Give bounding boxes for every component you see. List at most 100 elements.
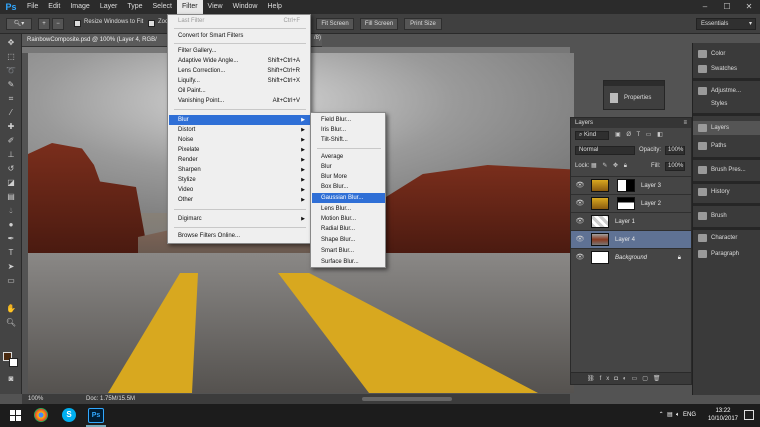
trash-icon[interactable]: 🗑︎ (653, 376, 666, 382)
brush-tool-icon[interactable]: ✐ (5, 136, 17, 146)
eye-icon[interactable]: 👁︎ (575, 231, 585, 249)
menu-edit[interactable]: Edit (43, 0, 65, 14)
menu-item-field-blur[interactable]: Field Blur... (312, 115, 385, 125)
dock-history[interactable]: History (693, 185, 760, 199)
close-icon[interactable]: ✕ (738, 0, 760, 14)
background-color-swatch[interactable] (9, 358, 18, 367)
zoom-out-button[interactable]: − (52, 18, 64, 30)
menu-select[interactable]: Select (148, 0, 177, 14)
menu-window[interactable]: Window (228, 0, 263, 14)
chevron-up-icon[interactable]: ⌃ (659, 412, 664, 418)
menu-image[interactable]: Image (65, 0, 94, 14)
menu-item-shape-blur[interactable]: Shape Blur... (312, 235, 385, 245)
layer-row[interactable]: 👁︎ Layer 2 (571, 194, 691, 212)
menu-item-blur[interactable]: Blur (312, 162, 385, 172)
eraser-tool-icon[interactable]: ◪ (5, 178, 17, 188)
move-tool-icon[interactable]: ✥ (5, 38, 17, 48)
type-tool-icon[interactable]: T (5, 248, 17, 258)
menu-filter[interactable]: Filter (176, 0, 203, 14)
dock-styles[interactable]: Styles (693, 99, 760, 109)
menu-item-filter-gallery[interactable]: Filter Gallery... (169, 46, 310, 56)
eyedropper-tool-icon[interactable]: ⁄ (5, 108, 17, 118)
layer-filter-select[interactable]: ⌕ Kind (575, 131, 609, 140)
fit-screen-button[interactable]: Fit Screen (316, 18, 354, 30)
menu-type[interactable]: Type (122, 0, 147, 14)
dock-adjustments[interactable]: Adjustme... (693, 84, 760, 98)
blur-tool-icon[interactable]: 💧︎ (5, 206, 17, 216)
dock-character[interactable]: Character (693, 231, 760, 245)
menu-item-gaussian-blur[interactable]: Gaussian Blur... (312, 193, 385, 203)
shape-tool-icon[interactable]: ▭ (5, 276, 17, 286)
gradient-tool-icon[interactable]: ▤ (5, 192, 17, 202)
menu-item-stylize[interactable]: Stylize ▶ (169, 175, 310, 185)
dock-swatches[interactable]: Swatches (693, 62, 760, 76)
dock-paths[interactable]: Paths (693, 139, 760, 153)
zoom-level[interactable]: 100% (28, 394, 43, 404)
photoshop-taskbar-icon[interactable]: Ps (88, 408, 104, 423)
menu-item-noise[interactable]: Noise ▶ (169, 135, 310, 145)
menu-item-other[interactable]: Other ▶ (169, 195, 310, 205)
path-select-tool-icon[interactable]: ➤ (5, 262, 17, 272)
maximize-icon[interactable]: ☐ (716, 0, 738, 14)
stamp-tool-icon[interactable]: ⊥ (5, 150, 17, 160)
fx-icon[interactable]: fx (600, 376, 615, 382)
mask-icon[interactable]: ◘ (614, 376, 623, 382)
menu-item-video[interactable]: Video ▶ (169, 185, 310, 195)
horizontal-scrollbar[interactable] (362, 397, 452, 401)
blend-mode-select[interactable]: Normal (575, 146, 635, 155)
eye-icon[interactable]: 👁︎ (575, 177, 585, 195)
dock-brush-presets[interactable]: Brush Pres... (693, 163, 760, 177)
zoom-tool-icon[interactable]: 🔍︎ (5, 318, 17, 328)
layer-row[interactable]: 👁︎ Layer 1 (571, 212, 691, 230)
menu-item-browse-filters-online[interactable]: Browse Filters Online... (169, 231, 310, 241)
quick-mask-icon[interactable]: ◙ (5, 374, 17, 384)
menu-item-lens-correction[interactable]: Lens Correction... Shift+Ctrl+R (169, 66, 310, 76)
menu-item-liquify[interactable]: Liquify... Shift+Ctrl+X (169, 76, 310, 86)
panel-grip[interactable] (604, 81, 664, 86)
resize-windows-checkbox[interactable] (74, 20, 81, 27)
zoom-tool-preset[interactable]: 🔍︎▾ (6, 18, 32, 30)
menu-item-convert-smart-filters[interactable]: Convert for Smart Filters (169, 31, 310, 41)
pen-tool-icon[interactable]: ✒ (5, 234, 17, 244)
opacity-input[interactable]: 100% (665, 146, 685, 155)
menu-item-box-blur[interactable]: Box Blur... (312, 182, 385, 192)
notifications-icon[interactable] (744, 410, 754, 420)
adjustment-icon[interactable]: ◐ (623, 376, 632, 382)
windows-start-icon[interactable] (10, 410, 21, 421)
language-indicator[interactable]: ENG (683, 412, 696, 418)
zoom-in-button[interactable]: + (38, 18, 50, 30)
menu-file[interactable]: File (22, 0, 43, 14)
chrome-icon[interactable] (34, 408, 48, 422)
quick-select-tool-icon[interactable]: ✎ (5, 80, 17, 90)
eye-icon[interactable]: 👁︎ (575, 213, 585, 231)
menu-item-lens-blur[interactable]: Lens Blur... (312, 204, 385, 214)
menu-layer[interactable]: Layer (95, 0, 123, 14)
new-layer-icon[interactable]: ▢ (642, 376, 653, 382)
menu-item-adaptive-wide-angle[interactable]: Adaptive Wide Angle... Shift+Ctrl+A (169, 56, 310, 66)
dock-layers[interactable]: Layers (693, 121, 760, 135)
dock-color[interactable]: Color (693, 47, 760, 61)
menu-item-smart-blur[interactable]: Smart Blur... (312, 246, 385, 256)
fill-input[interactable]: 100% (665, 162, 685, 171)
crop-tool-icon[interactable]: ⌗ (5, 94, 17, 104)
print-size-button[interactable]: Print Size (404, 18, 442, 30)
lock-icons[interactable]: ▦ ✎ ✥ 🔒︎ (591, 162, 629, 170)
network-icon[interactable]: ▤ (667, 412, 673, 418)
zoom-all-checkbox[interactable] (148, 20, 155, 27)
dock-paragraph[interactable]: Paragraph (693, 247, 760, 261)
menu-item-surface-blur[interactable]: Surface Blur... (312, 257, 385, 267)
menu-view[interactable]: View (203, 0, 228, 14)
menu-item-blur[interactable]: Blur ▶ (169, 115, 310, 125)
layers-panel-footer[interactable]: ⛓︎fx◘◐▭▢🗑︎ (571, 372, 691, 384)
history-brush-tool-icon[interactable]: ↺ (5, 164, 17, 174)
menu-item-radial-blur[interactable]: Radial Blur... (312, 224, 385, 234)
menu-item-oil-paint[interactable]: Oil Paint... (169, 86, 310, 96)
menu-item-sharpen[interactable]: Sharpen ▶ (169, 165, 310, 175)
healing-tool-icon[interactable]: ✚ (5, 122, 17, 132)
clock[interactable]: 13:22 10/10/2017 (708, 407, 738, 423)
layer-row-selected[interactable]: 👁︎ Layer 4 (571, 230, 691, 248)
menu-item-iris-blur[interactable]: Iris Blur... (312, 125, 385, 135)
menu-item-blur-more[interactable]: Blur More (312, 172, 385, 182)
volume-icon[interactable]: 🔈︎ (676, 412, 680, 418)
menu-item-motion-blur[interactable]: Motion Blur... (312, 214, 385, 224)
